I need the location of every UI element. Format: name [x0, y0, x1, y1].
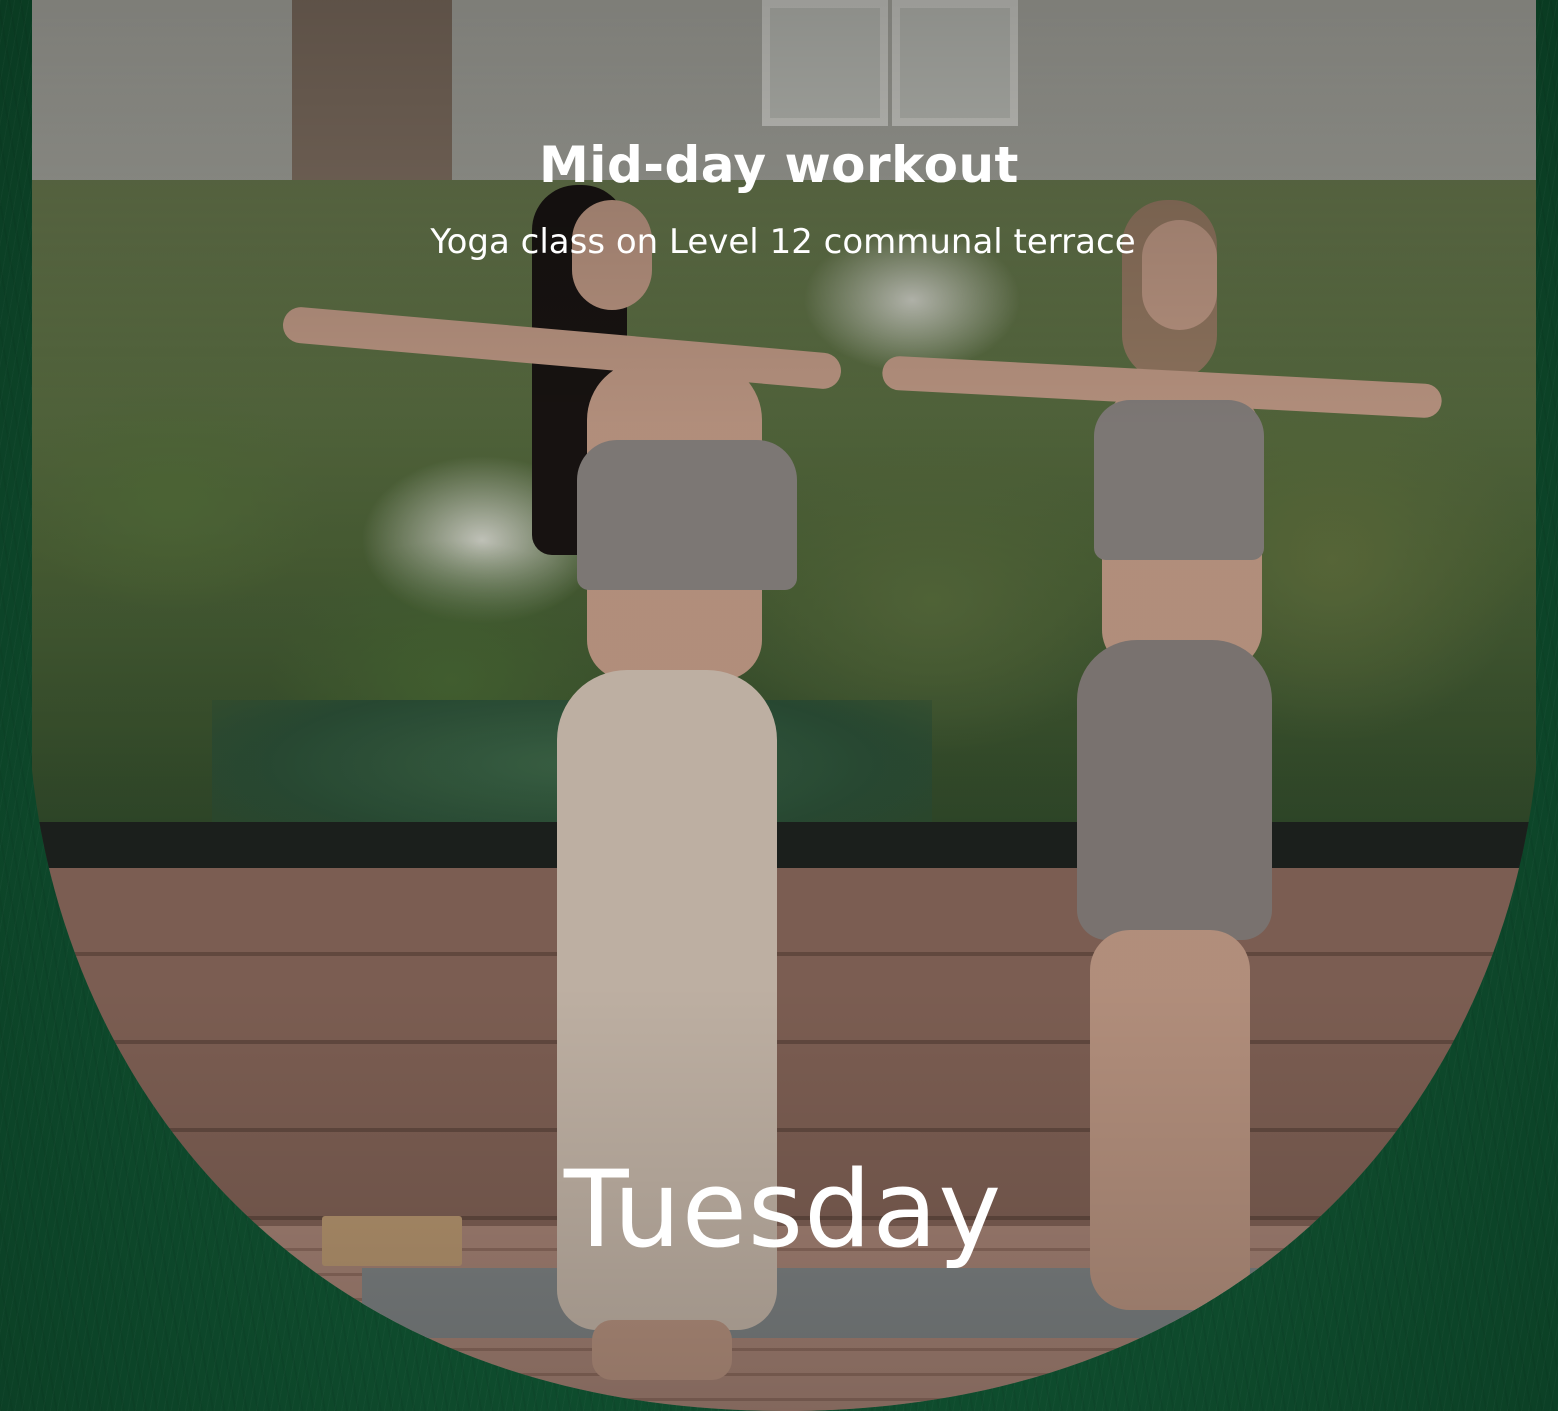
- event-title: Mid-day workout: [539, 136, 1019, 194]
- event-card: Mid-day workout Yoga class on Level 12 c…: [0, 0, 1558, 1411]
- event-day: Tuesday: [563, 1148, 1003, 1271]
- event-subtitle: Yoga class on Level 12 communal terrace: [430, 222, 1136, 262]
